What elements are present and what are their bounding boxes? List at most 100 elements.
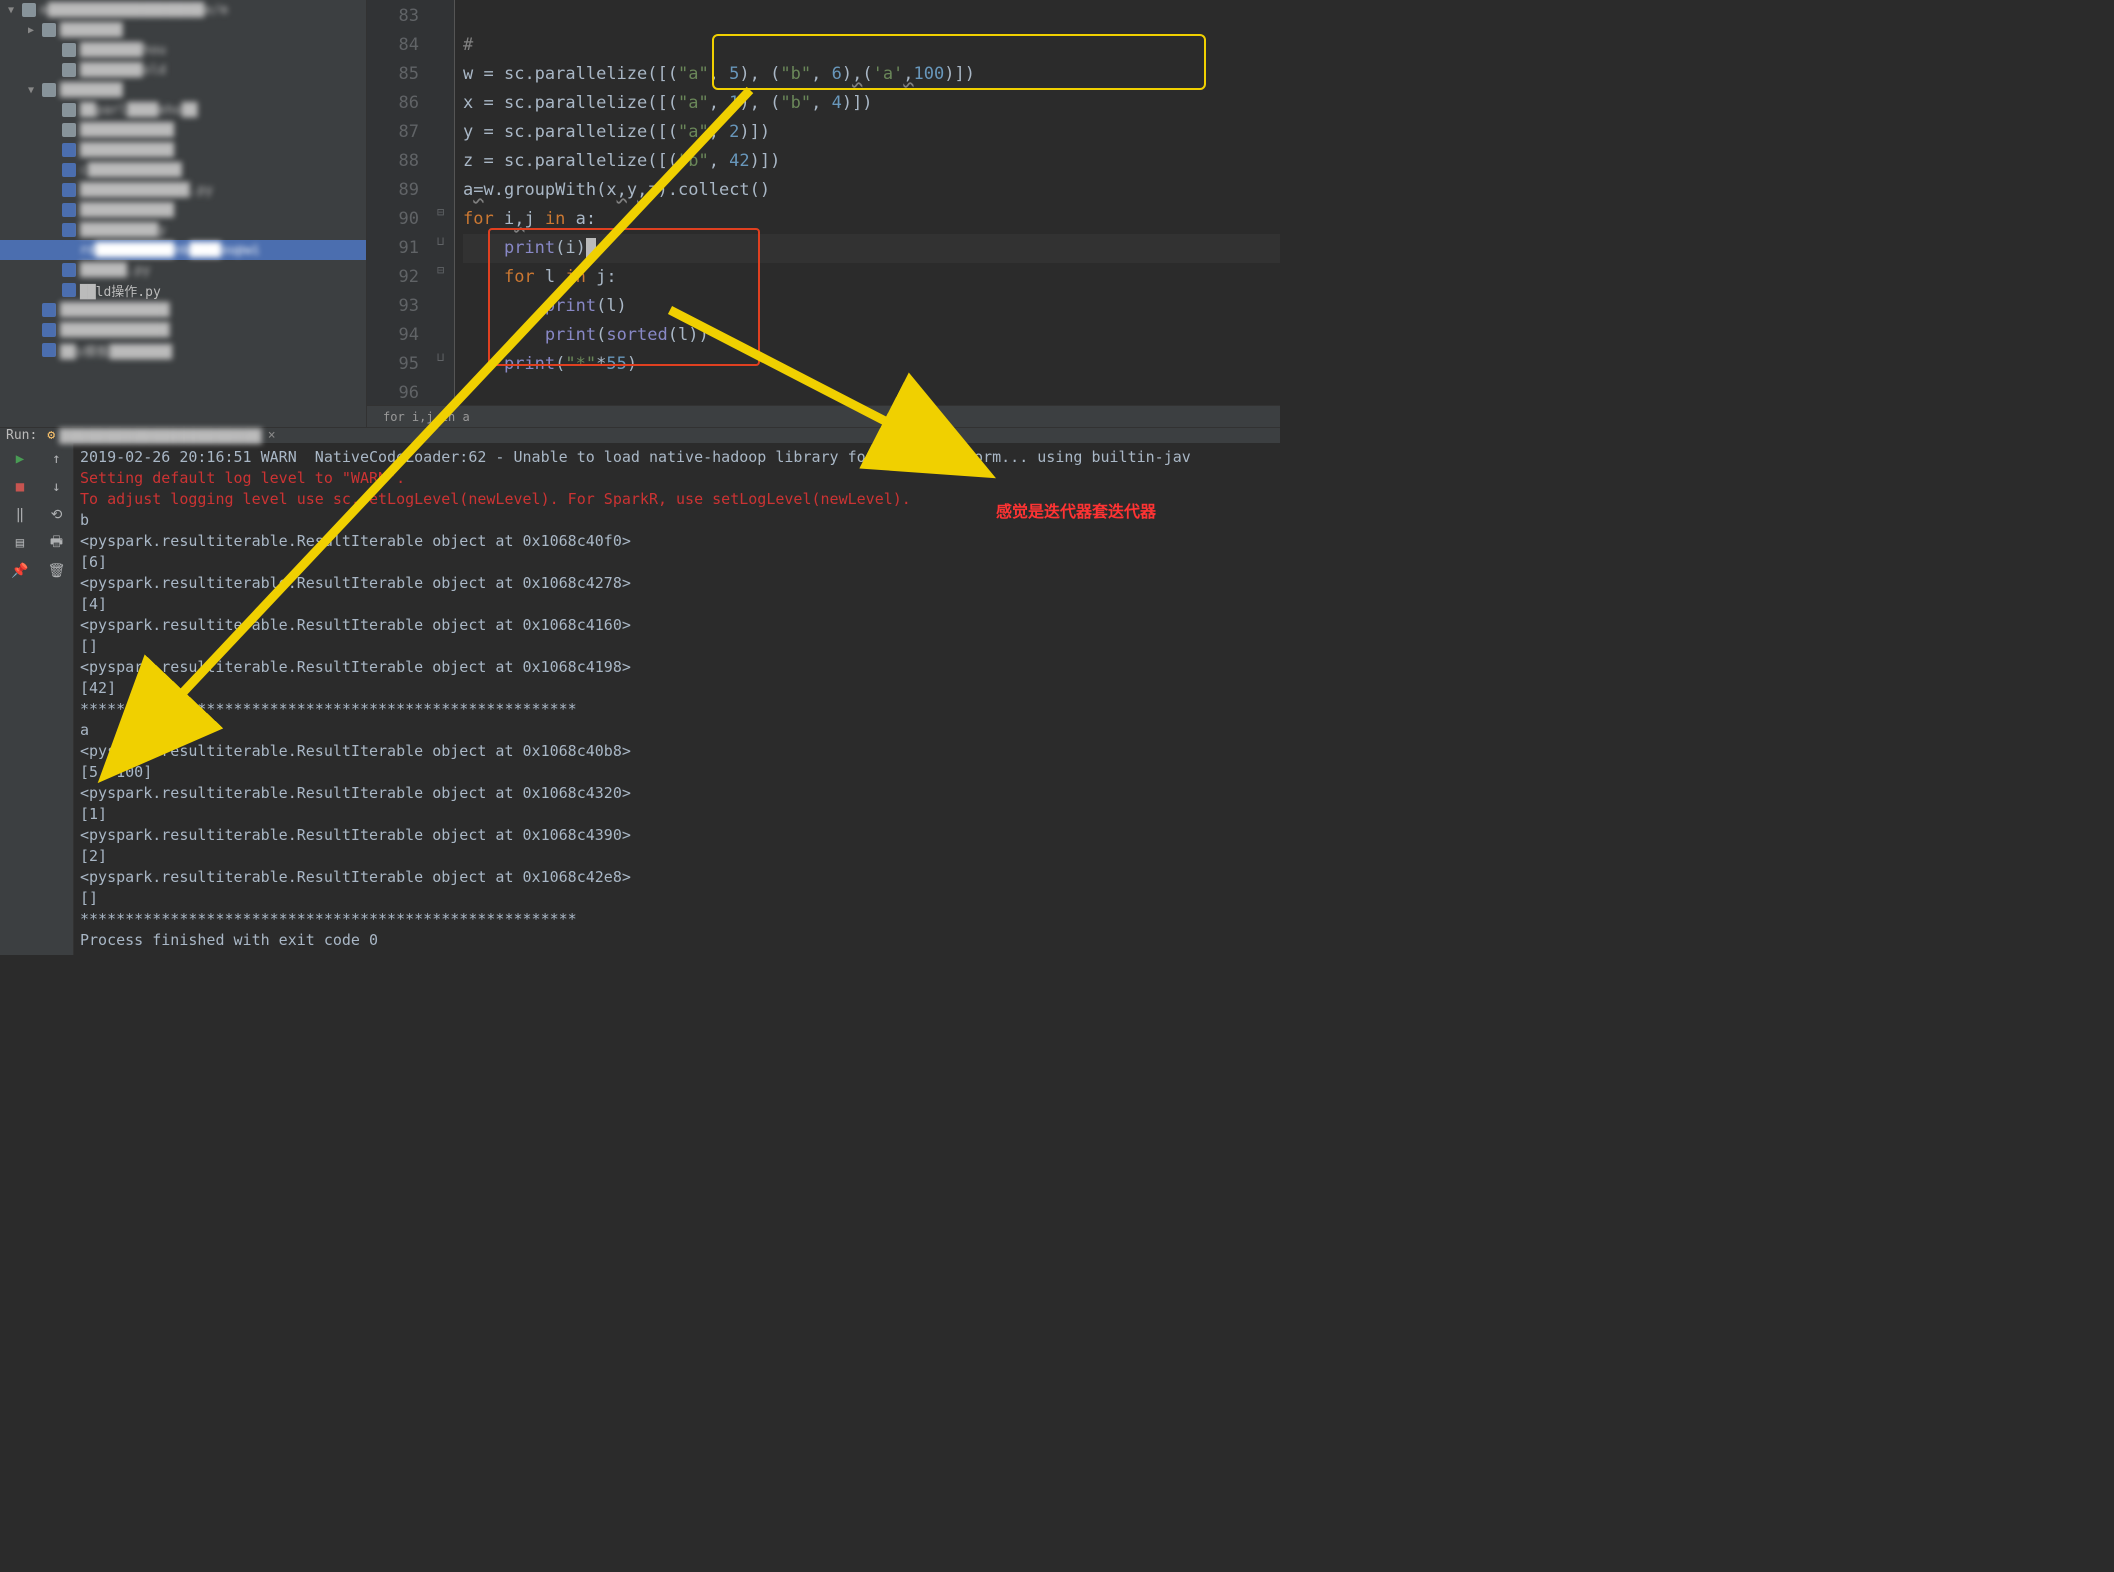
tree-item[interactable]: ▼ ████████ (0, 80, 366, 100)
tree-item-label: m████████████████████e/m (40, 3, 228, 18)
up-arrow-icon[interactable]: ↑ (49, 451, 65, 467)
folder-icon (62, 43, 76, 57)
annotation-red-box (488, 228, 760, 366)
run-label: Run: (6, 428, 37, 443)
tree-item[interactable]: ████████████ (0, 200, 366, 220)
folder-icon (42, 83, 56, 97)
tree-item-label: ██████████████ (60, 303, 170, 318)
tree-item[interactable]: ██████.py (0, 260, 366, 280)
fold-icon[interactable]: ⊟ (437, 205, 444, 219)
py-icon (62, 143, 76, 157)
tree-item[interactable]: c████████████ (0, 160, 366, 180)
tree-item[interactable]: rd██████████nb████oupwi (0, 240, 366, 260)
line-number[interactable]: 96 (367, 379, 419, 408)
trash-icon[interactable]: 🗑 (49, 563, 65, 579)
tree-item-label: ██ld操作.py (80, 281, 161, 300)
python-icon: ⚙ (47, 428, 55, 443)
fold-icon[interactable]: ⊟ (437, 263, 444, 277)
tree-item-label: ██████.py (80, 263, 150, 278)
run-toolbar-left: ▶ ■ ‖ ▤ 📌 (0, 443, 40, 955)
console-line: [] (80, 636, 1280, 657)
console-line: <pyspark.resultiterable.ResultIterable o… (80, 867, 1280, 888)
tree-item-label: ████████████ (80, 143, 174, 158)
down-arrow-icon[interactable]: ↓ (49, 479, 65, 495)
stop-icon[interactable]: ■ (12, 479, 28, 495)
code-line[interactable]: a=w.groupWith(x,y,z).collect() (463, 176, 1280, 205)
print-icon[interactable]: 🖶 (49, 535, 65, 551)
annotation-yellow-box (712, 34, 1206, 90)
code-line[interactable]: x = sc.parallelize([("a", 1), ("b", 4)]) (463, 89, 1280, 118)
folder-icon (22, 3, 36, 17)
line-number[interactable]: 85 (367, 60, 419, 89)
fold-gutter[interactable]: ⊟ ⊔ ⊟ ⊔ (433, 0, 455, 427)
fold-icon[interactable]: ⊔ (437, 350, 444, 364)
py-icon (62, 203, 76, 217)
folder-icon (42, 23, 56, 37)
line-number[interactable]: 88 (367, 147, 419, 176)
tree-item-label: ██████████████.py (80, 183, 213, 198)
py-icon (62, 243, 76, 257)
code-line[interactable] (463, 379, 1280, 408)
console-line: [1] (80, 804, 1280, 825)
pause-icon[interactable]: ‖ (12, 507, 28, 523)
tree-item[interactable]: ██████████████ (0, 300, 366, 320)
tree-item-label: ████████hou (80, 43, 166, 58)
folder-icon (62, 123, 76, 137)
line-number[interactable]: 86 (367, 89, 419, 118)
line-number[interactable]: 84 (367, 31, 419, 60)
console-line: <pyspark.resultiterable.ResultIterable o… (80, 783, 1280, 804)
console-line: <pyspark.resultiterable.ResultIterable o… (80, 741, 1280, 762)
tree-item-label: ████████████ (80, 123, 174, 138)
tree-item[interactable]: ██ld操作.py (0, 280, 366, 300)
chevron-icon[interactable]: ▼ (28, 85, 38, 96)
line-number[interactable]: 89 (367, 176, 419, 205)
tree-item[interactable]: ████████████ (0, 120, 366, 140)
breadcrumb[interactable]: for i,j in a (367, 405, 1280, 427)
py-icon (42, 343, 56, 357)
tree-item-label: c████████████ (80, 163, 182, 178)
folder-icon (62, 103, 76, 117)
tree-item[interactable]: ██parl████eho██ (0, 100, 366, 120)
tree-item[interactable]: ██s模板████████ (0, 340, 366, 360)
run-tab-name[interactable]: ██████████████████████ (59, 428, 262, 443)
line-number[interactable]: 95 (367, 350, 419, 379)
tree-item[interactable]: ████████old (0, 60, 366, 80)
tree-item[interactable]: ████████hou (0, 40, 366, 60)
close-icon[interactable]: × (268, 428, 276, 443)
play-icon[interactable]: ▶ (12, 451, 28, 467)
py-icon (62, 263, 76, 277)
line-number[interactable]: 92 (367, 263, 419, 292)
console-line: [4] (80, 594, 1280, 615)
line-number[interactable]: 90 (367, 205, 419, 234)
tree-item[interactable]: ██████████y (0, 220, 366, 240)
tree-item[interactable]: ██████████████.py (0, 180, 366, 200)
tree-item[interactable]: ████████████ (0, 140, 366, 160)
tree-item[interactable]: ██████████████ (0, 320, 366, 340)
code-line[interactable]: z = sc.parallelize([("b", 42)]) (463, 147, 1280, 176)
tree-item[interactable]: ▼ m████████████████████e/m (0, 0, 366, 20)
line-number[interactable]: 83 (367, 2, 419, 31)
chevron-icon[interactable]: ▶ (28, 25, 38, 36)
layout-icon[interactable]: ▤ (12, 535, 28, 551)
line-number[interactable]: 93 (367, 292, 419, 321)
annotation-text: 感觉是迭代器套迭代器 (996, 498, 1156, 522)
console-line: <pyspark.resultiterable.ResultIterable o… (80, 531, 1280, 552)
code-line[interactable]: y = sc.parallelize([("a", 2)]) (463, 118, 1280, 147)
line-number[interactable]: 91 (367, 234, 419, 263)
tree-item-label: ██████████y (80, 223, 166, 238)
tree-item-label: ████████ (60, 83, 123, 98)
fold-icon[interactable]: ⊔ (437, 234, 444, 248)
pin-icon[interactable]: 📌 (12, 563, 28, 579)
tree-item[interactable]: ▶ ████████ (0, 20, 366, 40)
wrap-icon[interactable]: ⟲ (49, 507, 65, 523)
tree-item-label: ████████old (80, 63, 166, 78)
run-toolbar-right: ↑ ↓ ⟲ 🖶 🗑 (40, 443, 74, 955)
project-tree[interactable]: ▼m████████████████████e/m▶██████████████… (0, 0, 367, 427)
line-number[interactable]: 94 (367, 321, 419, 350)
breadcrumb-item[interactable]: for i,j in a (383, 410, 470, 424)
chevron-icon[interactable]: ▼ (8, 5, 18, 16)
code-line[interactable] (463, 2, 1280, 31)
line-number[interactable]: 87 (367, 118, 419, 147)
tree-item-label: ████████ (60, 23, 123, 38)
run-header: Run: ⚙ ██████████████████████ × (0, 428, 1280, 443)
